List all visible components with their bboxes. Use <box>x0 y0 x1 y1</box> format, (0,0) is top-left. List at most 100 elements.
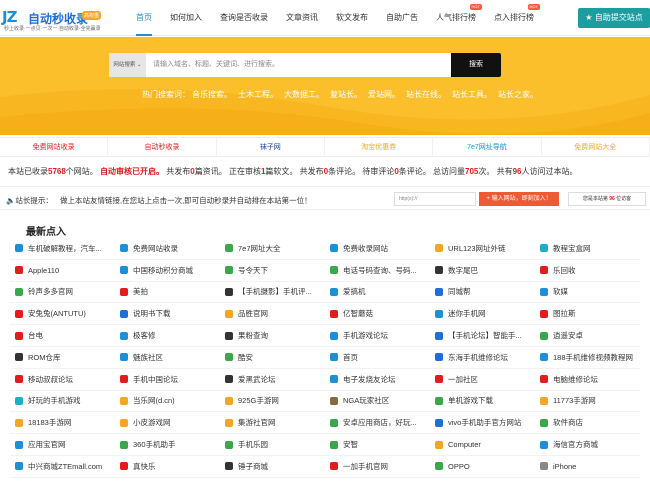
hot-word[interactable]: 土木工程。 <box>238 90 278 99</box>
quick-link[interactable]: 免费网站大全 <box>542 138 650 156</box>
site-link[interactable]: 美拍 <box>115 282 220 304</box>
nav-item-4[interactable]: 软文发布 <box>336 0 368 36</box>
submit-site-button[interactable]: ★ 自助提交站点 <box>578 8 650 28</box>
nav-item-3[interactable]: 文章资讯 <box>286 0 318 36</box>
site-link[interactable]: vivo手机助手官方网站 <box>430 412 535 435</box>
site-link[interactable]: 11773手游网 <box>535 391 640 413</box>
site-link[interactable]: 车机破解教程，汽车... <box>10 238 115 260</box>
site-link[interactable]: 应用宝官网 <box>10 434 115 456</box>
site-link[interactable]: 中国移动积分商城 <box>115 260 220 282</box>
site-link[interactable]: 爱搞机 <box>325 282 430 304</box>
site-link[interactable]: 教程宝盒网 <box>535 238 640 260</box>
site-link[interactable]: 台电 <box>10 325 115 347</box>
site-link[interactable]: 925G手游网 <box>220 391 325 413</box>
site-link[interactable]: 手机中国论坛 <box>115 369 220 391</box>
site-link[interactable]: 好玩的手机游戏 <box>10 391 115 413</box>
site-link[interactable]: 数字尾巴 <box>430 260 535 282</box>
hot-word[interactable]: 爱站网。 <box>368 90 400 99</box>
site-favicon-icon <box>540 440 548 449</box>
site-link[interactable]: 品胜官网 <box>220 303 325 326</box>
site-link[interactable]: 7e7网址大全 <box>220 238 325 260</box>
quick-link[interactable]: 淘宝优惠券 <box>325 138 434 156</box>
site-link[interactable]: 软件商店 <box>535 412 640 435</box>
site-link[interactable]: NGA玩家社区 <box>325 391 430 413</box>
site-link[interactable]: 安卓应用商店，好玩... <box>325 412 430 435</box>
site-link[interactable]: 安智 <box>325 434 430 456</box>
quick-link[interactable]: 7e7网址导航 <box>433 138 542 156</box>
site-link[interactable]: 一加社区 <box>430 369 535 391</box>
site-link[interactable]: ROM仓库 <box>10 347 115 369</box>
site-link[interactable]: 电子发烧友论坛 <box>325 369 430 391</box>
site-link[interactable]: 极客修 <box>115 325 220 347</box>
site-link[interactable]: 188手机维修视频教程网 <box>535 347 640 369</box>
site-link[interactable]: 号令天下 <box>220 260 325 282</box>
site-link[interactable]: 当乐网(d.cn) <box>115 391 220 413</box>
site-logo[interactable]: JZ 自动秒收录 高权重 秒上收录·一点贝·一次一·自动收录·全完赢录 <box>2 6 122 34</box>
site-link[interactable]: 铃声多多官网 <box>10 282 115 304</box>
site-link[interactable]: 一加手机官网 <box>325 456 430 478</box>
site-link[interactable]: 【手机摄影】手机评... <box>220 282 325 304</box>
site-link[interactable]: 360手机助手 <box>115 434 220 456</box>
site-link[interactable]: 【手机论坛】智能手... <box>430 325 535 347</box>
hot-word[interactable]: 站长在线。 <box>406 90 446 99</box>
quick-link[interactable]: 自动秒收录 <box>108 138 217 156</box>
site-link[interactable]: 海信官方商城 <box>535 434 640 456</box>
site-link[interactable]: 乐回收 <box>535 260 640 282</box>
site-link[interactable]: OPPO <box>430 456 535 478</box>
site-link[interactable]: iPhone <box>535 456 640 478</box>
quick-link[interactable]: 免费网站收录 <box>0 138 109 156</box>
site-link[interactable]: 首页 <box>325 347 430 369</box>
quick-link[interactable]: 袜子网 <box>217 138 325 156</box>
site-link[interactable]: 移动叔叔论坛 <box>10 369 115 391</box>
site-link[interactable]: 果粉查询 <box>220 325 325 347</box>
site-link[interactable]: 同城帮 <box>430 282 535 304</box>
site-link[interactable]: URL123网址外链 <box>430 238 535 260</box>
search-button[interactable]: 搜索 <box>451 53 501 77</box>
site-link[interactable]: 爱黑武论坛 <box>220 369 325 391</box>
site-link[interactable]: 图拉斯 <box>535 303 640 326</box>
site-link[interactable]: 酷安 <box>220 347 325 369</box>
site-link[interactable]: 18183手游网 <box>10 412 115 435</box>
site-link[interactable]: 电话号码查询、号码... <box>325 260 430 282</box>
site-favicon-icon <box>435 244 443 253</box>
search-input[interactable]: 请输入域名、标题、关键词、进行搜索。 <box>153 53 453 77</box>
site-link[interactable]: 电脑维修论坛 <box>535 369 640 391</box>
hot-word[interactable]: 音乐搜索。 <box>192 90 232 99</box>
site-link[interactable]: 软媒 <box>535 282 640 304</box>
hot-word[interactable]: 大数据工。 <box>284 90 324 99</box>
site-link[interactable]: 安兔兔(ANTUTU) <box>10 303 115 326</box>
nav-item-6[interactable]: 人气排行榜 HOT <box>436 0 482 36</box>
site-link[interactable]: 中兴商城ZTEmall.com <box>10 456 115 478</box>
site-link[interactable]: 免费网站收录 <box>115 238 220 260</box>
site-link[interactable]: 亿智蘑菇 <box>325 303 430 326</box>
site-favicon-icon <box>120 353 128 362</box>
site-link[interactable]: 锤子商城 <box>220 456 325 478</box>
site-link[interactable]: 说明书下载 <box>115 303 220 326</box>
nav-item-0[interactable]: 首页 <box>136 0 152 36</box>
site-favicon-icon <box>540 462 548 471</box>
search-type-select[interactable]: 网站搜索 ⌄ <box>109 53 146 77</box>
site-favicon-icon <box>225 375 233 384</box>
site-link[interactable]: 手机乐园 <box>220 434 325 456</box>
nav-item-2[interactable]: 查询是否收录 <box>220 0 268 36</box>
site-link[interactable]: 迷你手机网 <box>430 303 535 326</box>
site-link[interactable]: 免费收录网站 <box>325 238 430 260</box>
site-link[interactable]: 真快乐 <box>115 456 220 478</box>
site-url-input[interactable]: http(s):// <box>394 192 476 206</box>
hot-word[interactable]: 复站长。 <box>330 90 362 99</box>
site-link[interactable]: 集游社官网 <box>220 412 325 435</box>
site-link[interactable]: 逍遥安卓 <box>535 325 640 347</box>
nav-item-5[interactable]: 自助广告 <box>386 0 418 36</box>
join-site-button[interactable]: + 输入网站，即刻加入！ <box>479 192 559 206</box>
site-link[interactable]: 单机游戏下载 <box>430 391 535 413</box>
nav-item-1[interactable]: 如何加入 <box>170 0 202 36</box>
site-link[interactable]: 小皮游戏网 <box>115 412 220 435</box>
nav-item-7[interactable]: 点入排行榜 HOT <box>494 0 540 36</box>
site-link[interactable]: Apple110 <box>10 260 115 282</box>
hot-word[interactable]: 站长之家。 <box>498 90 538 99</box>
hot-word[interactable]: 站长工具。 <box>452 90 492 99</box>
site-link[interactable]: 魅族社区 <box>115 347 220 369</box>
site-link[interactable]: 手机游戏论坛 <box>325 325 430 347</box>
site-link[interactable]: 东海手机维修论坛 <box>430 347 535 369</box>
site-link[interactable]: Computer <box>430 434 535 456</box>
